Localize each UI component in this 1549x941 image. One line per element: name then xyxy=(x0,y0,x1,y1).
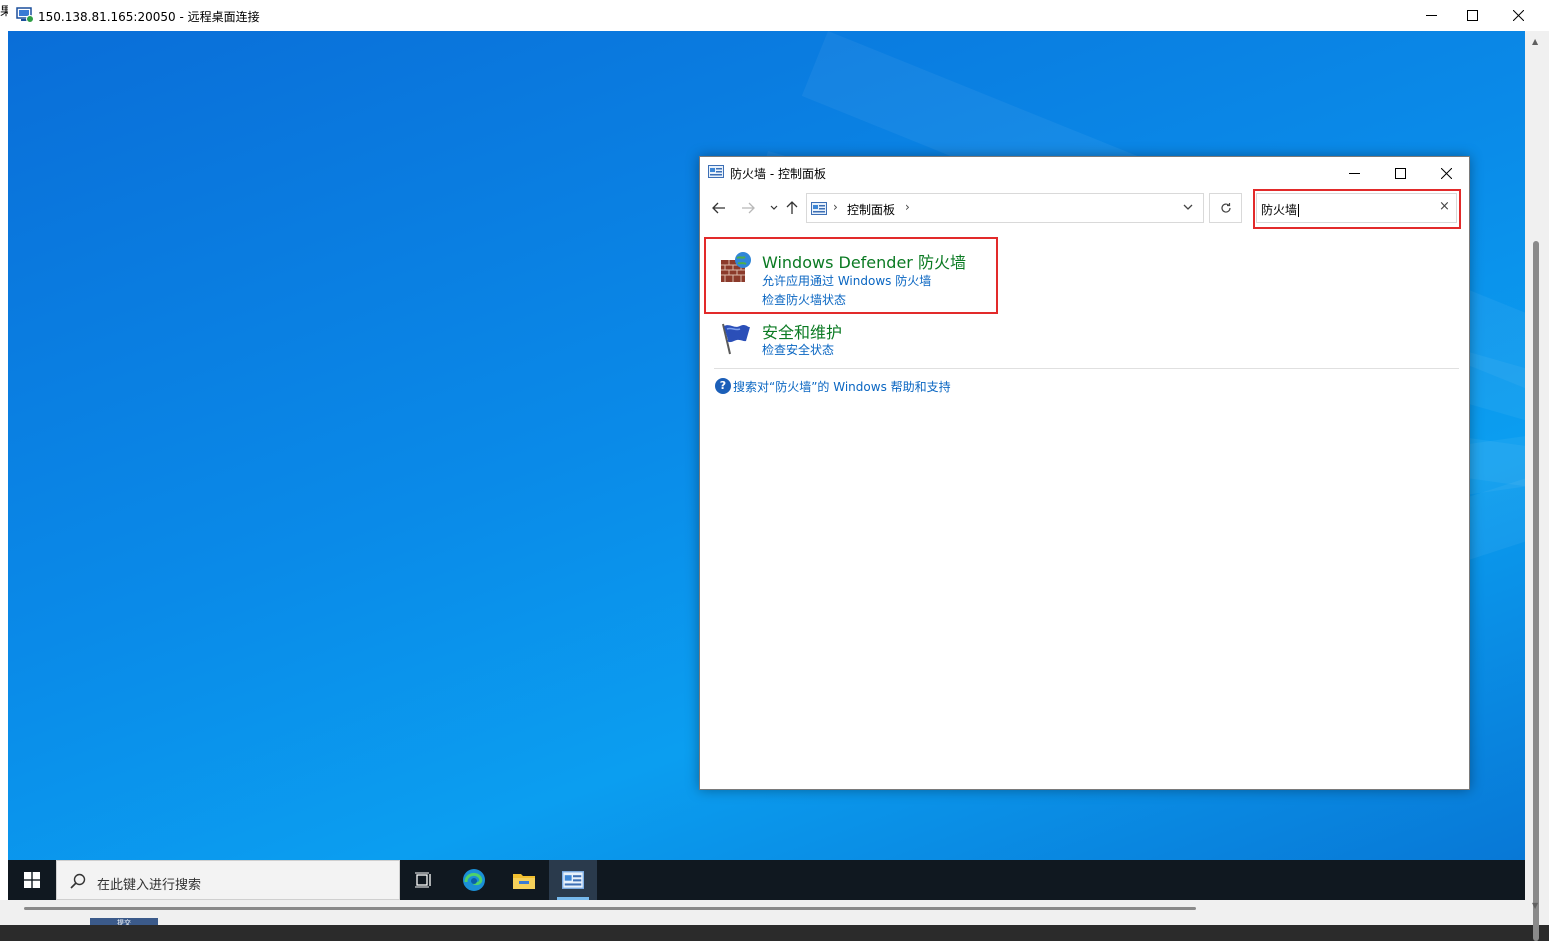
start-button[interactable] xyxy=(8,860,56,900)
taskbar-search-box[interactable]: 在此键入进行搜索 xyxy=(56,860,400,900)
control-panel-titlebar[interactable]: 防火墙 - 控制面板 xyxy=(700,157,1469,187)
breadcrumb-control-panel[interactable]: 控制面板 xyxy=(847,201,895,218)
horizontal-scroll-thumb[interactable] xyxy=(24,907,1196,910)
breadcrumb-separator-icon[interactable]: › xyxy=(833,200,838,214)
minimize-icon xyxy=(1348,172,1360,174)
cp-close-button[interactable] xyxy=(1423,159,1469,187)
check-security-status-link[interactable]: 检查安全状态 xyxy=(762,341,834,358)
cp-minimize-button[interactable] xyxy=(1331,159,1377,187)
arrow-right-icon xyxy=(742,202,755,214)
result-windows-defender-firewall: Windows Defender 防火墙 允许应用通过 Windows 防火墙 … xyxy=(716,247,996,313)
firewall-icon xyxy=(721,252,751,282)
scroll-up-icon[interactable]: ▲ xyxy=(1532,37,1538,46)
rdp-title: 150.138.81.165:20050 - 远程桌面连接 xyxy=(38,10,260,24)
arrow-up-icon xyxy=(786,201,798,214)
task-view-button[interactable] xyxy=(400,860,448,900)
remote-desktop-icon xyxy=(16,7,34,23)
left-edge-text: 果 xyxy=(0,4,8,18)
windows-help-link[interactable]: 搜索对“防火墙”的 Windows 帮助和支持 xyxy=(733,378,951,395)
address-dropdown-button[interactable] xyxy=(1183,201,1193,214)
rdp-minimize-button[interactable] xyxy=(1408,0,1454,31)
divider xyxy=(714,368,1459,369)
file-explorer-button[interactable] xyxy=(500,860,548,900)
control-panel-window[interactable]: 防火墙 - 控制面板 › 控制面板 › 防火墙 × Windows Defend… xyxy=(699,156,1470,790)
security-flag-icon xyxy=(722,323,750,355)
control-panel-icon xyxy=(562,871,584,889)
rdp-close-button[interactable] xyxy=(1495,0,1541,31)
edge-icon xyxy=(463,869,485,891)
rdp-window: 果 150.138.81.165:20050 - 远程桌面连接 防火墙 - 控制… xyxy=(0,0,1549,941)
refresh-button[interactable] xyxy=(1209,193,1242,223)
back-button[interactable] xyxy=(709,198,729,218)
result-title[interactable]: 安全和维护 xyxy=(762,319,842,343)
arrow-left-icon xyxy=(712,202,725,214)
breadcrumb-separator-icon[interactable]: › xyxy=(905,200,910,214)
allow-app-through-firewall-link[interactable]: 允许应用通过 Windows 防火墙 xyxy=(762,272,931,289)
taskbar: 在此键入进行搜索 xyxy=(8,860,1525,900)
task-view-icon xyxy=(415,872,431,888)
address-bar[interactable]: › 控制面板 › xyxy=(806,193,1204,223)
control-panel-icon xyxy=(811,202,827,215)
taskbar-search-placeholder: 在此键入进行搜索 xyxy=(97,878,202,893)
up-button[interactable] xyxy=(782,198,802,218)
minimize-icon xyxy=(1425,15,1437,16)
search-value: 防火墙 xyxy=(1261,203,1298,217)
maximize-icon xyxy=(1466,10,1478,21)
horizontal-scrollbar[interactable]: 提交 xyxy=(0,900,1525,925)
control-panel-taskbar-button[interactable] xyxy=(549,860,597,900)
search-icon xyxy=(70,873,86,889)
hidden-button-peek: 提交 xyxy=(90,918,158,925)
file-explorer-icon xyxy=(513,874,535,889)
result-title[interactable]: Windows Defender 防火墙 xyxy=(762,249,966,273)
refresh-icon xyxy=(1220,203,1231,213)
cp-maximize-button[interactable] xyxy=(1377,159,1423,187)
help-icon: ? xyxy=(715,378,731,394)
search-box[interactable]: 防火墙 × xyxy=(1256,193,1457,223)
maximize-icon xyxy=(1394,167,1406,179)
forward-button[interactable] xyxy=(738,198,758,218)
navigation-bar: › 控制面板 › 防火墙 × xyxy=(700,187,1469,229)
recent-locations-button[interactable] xyxy=(764,198,784,218)
text-caret xyxy=(1298,204,1300,217)
control-panel-title: 防火墙 - 控制面板 xyxy=(730,167,826,181)
windows-logo-icon xyxy=(24,872,40,888)
result-security-and-maintenance: 安全和维护 检查安全状态 xyxy=(716,317,996,361)
search-input[interactable]: 防火墙 xyxy=(1261,201,1300,218)
close-icon xyxy=(1512,10,1524,21)
vertical-scrollbar[interactable]: ▲ ▼ xyxy=(1525,31,1549,941)
remote-desktop[interactable]: 防火墙 - 控制面板 › 控制面板 › 防火墙 × Windows Defend… xyxy=(8,31,1525,860)
edge-button[interactable] xyxy=(450,860,498,900)
control-panel-icon xyxy=(708,165,724,178)
rdp-maximize-button[interactable] xyxy=(1449,0,1495,31)
close-icon xyxy=(1440,167,1452,179)
check-firewall-status-link[interactable]: 检查防火墙状态 xyxy=(762,291,846,308)
chevron-down-icon xyxy=(1183,204,1193,210)
chevron-down-icon xyxy=(770,205,778,210)
rdp-titlebar[interactable]: 果 150.138.81.165:20050 - 远程桌面连接 xyxy=(0,0,1549,31)
clear-search-button[interactable]: × xyxy=(1439,199,1450,214)
vertical-scroll-thumb[interactable] xyxy=(1533,241,1539,941)
scroll-down-icon[interactable]: ▼ xyxy=(1532,901,1538,910)
